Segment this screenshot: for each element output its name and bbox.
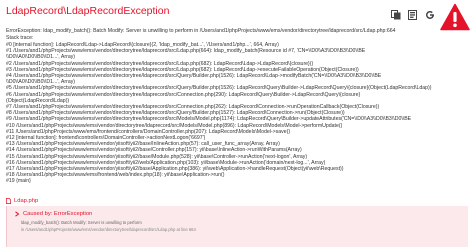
- trace-line: #5 /Users/and1/phpProjects/www/ems/vendo…: [6, 85, 432, 92]
- caused-by-title: Caused by: ErrorException: [23, 211, 93, 217]
- file-link-label: Ldap.php: [14, 198, 39, 204]
- caused-by-path: in /Users/and1/phpProjects/www/ems/vendo…: [21, 227, 196, 232]
- caused-by-panel: Caused by: ErrorException ldap_modify_ba…: [6, 206, 468, 247]
- copy-icon[interactable]: [391, 10, 401, 20]
- warning-icon: [440, 3, 470, 31]
- file-icon: [6, 198, 11, 204]
- error-page: LdapRecord\LdapRecordException ErrorExce…: [0, 0, 474, 247]
- trace-line: #9 /Users/and1/phpProjects/www/ems/vendo…: [6, 116, 412, 123]
- error-summary: ErrorException: ldap_modify_batch(): Bat…: [6, 28, 396, 34]
- stack-trace: #0 [internal function]: LdapRecord\Ldap-…: [6, 42, 468, 185]
- share-icon[interactable]: [408, 10, 418, 20]
- error-message: ErrorException: ldap_modify_batch(): Bat…: [6, 28, 436, 42]
- toolbar: [391, 9, 435, 21]
- caused-by-message: ldap_modify_batch(): Batch Modify: Serve…: [21, 220, 142, 225]
- exception-title: LdapRecord\LdapRecordException: [6, 5, 170, 17]
- file-link[interactable]: Ldap.php: [6, 198, 38, 204]
- caused-by-header[interactable]: Caused by: ErrorException: [14, 211, 92, 217]
- stack-trace-label: Stack trace:: [6, 34, 34, 41]
- chevron-right-icon: [15, 211, 20, 217]
- error-header: LdapRecord\LdapRecordException: [0, 0, 474, 31]
- trace-line: #19 {main}: [6, 178, 31, 185]
- google-icon[interactable]: [425, 10, 435, 20]
